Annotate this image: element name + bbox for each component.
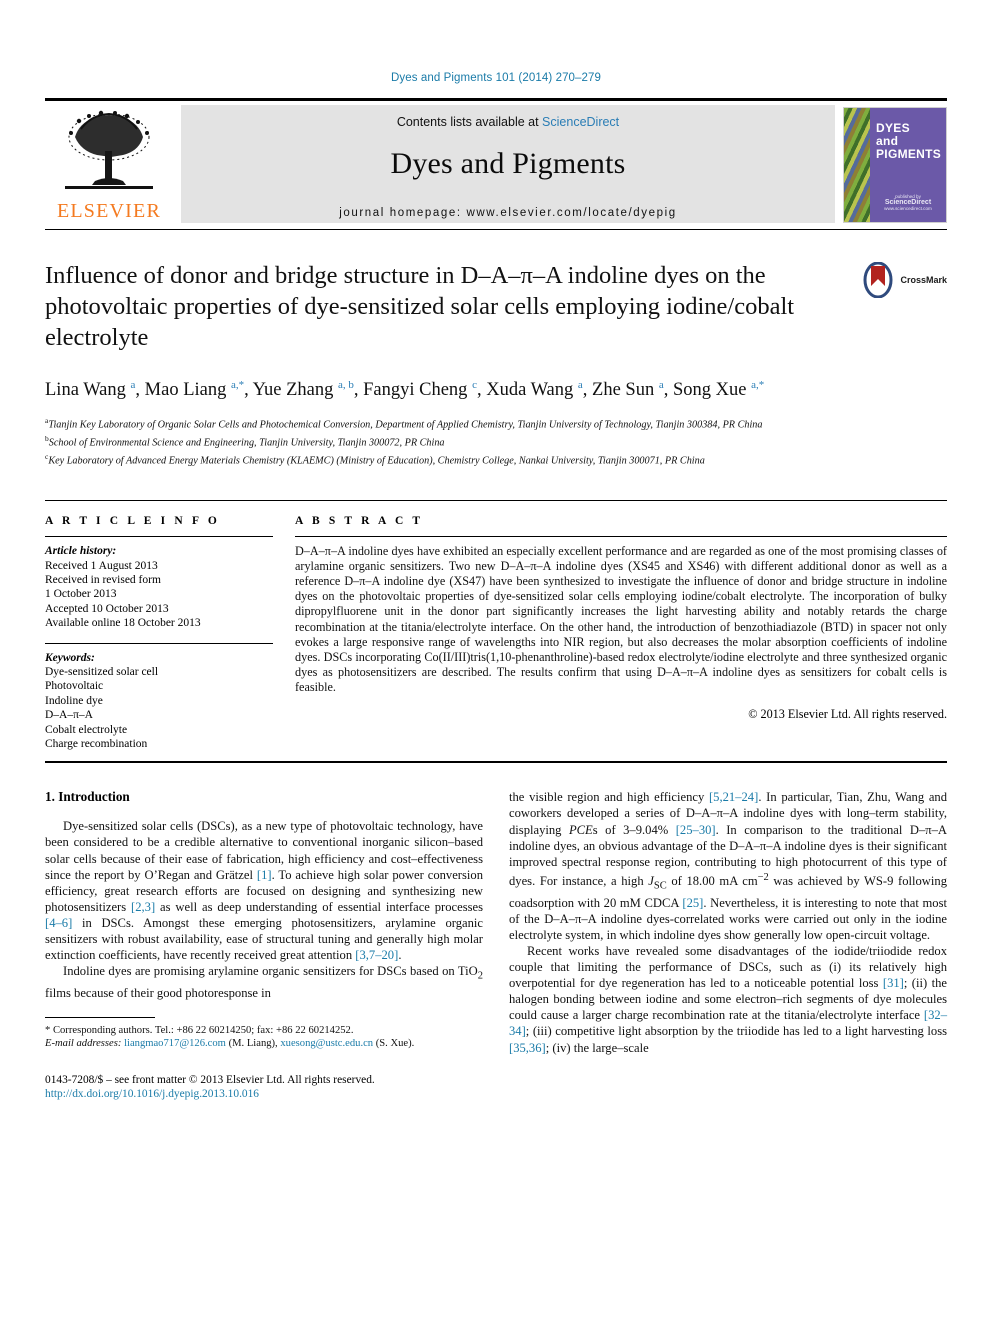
keywords-label: Keywords: <box>45 651 95 664</box>
abstract-rule <box>295 536 947 538</box>
cover-footer: published by ScienceDirect www.sciencedi… <box>878 194 938 212</box>
history-item: Accepted 10 October 2013 <box>45 602 169 615</box>
affiliation-text-a: Tianjin Key Laboratory of Organic Solar … <box>48 419 763 431</box>
article-history-group: Article history: Received 1 August 2013 … <box>45 544 273 630</box>
body-left-column: 1. Introduction Dye-sensitized solar cel… <box>45 789 483 1101</box>
email-owner-liang: (M. Liang), <box>228 1038 278 1050</box>
crossmark-badge[interactable]: CrossMark <box>860 262 947 298</box>
email-owner-xue: (S. Xue). <box>375 1038 415 1050</box>
sciencedirect-link[interactable]: ScienceDirect <box>542 115 619 129</box>
contents-prefix: Contents lists available at <box>396 115 543 129</box>
abstract-text: D–A–π–A indoline dyes have exhibited an … <box>295 544 947 694</box>
history-item: Received 1 August 2013 <box>45 559 158 572</box>
keyword-item: Dye-sensitized solar cell <box>45 665 159 678</box>
contents-available-line: Contents lists available at ScienceDirec… <box>397 115 619 129</box>
article-info-rule <box>45 536 273 538</box>
keyword-item: D–A–π–A <box>45 709 93 722</box>
body-paragraph: the visible region and high efficiency [… <box>509 790 947 942</box>
imprint-line: 0143-7208/$ – see front matter © 2013 El… <box>45 1073 375 1086</box>
body-paragraph: Dye-sensitized solar cells (DSCs), as a … <box>45 819 484 963</box>
cover-title-line3: PIGMENTS <box>876 147 942 161</box>
article-history-label: Article history: <box>45 545 117 558</box>
author-list: Lina Wang a, Mao Liang a,*, Yue Zhang a,… <box>45 379 765 401</box>
affiliation-c: cKey Laboratory of Advanced Energy Mater… <box>45 451 947 468</box>
affiliation-text-c: Key Laboratory of Advanced Energy Materi… <box>48 455 705 467</box>
email-note: E-mail addresses: liangmao717@126.com (M… <box>45 1037 483 1050</box>
cover-art-strip <box>844 108 870 222</box>
cover-footer-url: www.sciencedirect.com <box>884 206 932 211</box>
elsevier-logo: ELSEVIER <box>45 101 173 229</box>
affiliation-text-b: School of Environmental Science and Engi… <box>48 437 445 449</box>
elsevier-tree-icon <box>65 110 153 189</box>
abstract-heading: A B S T R A C T <box>295 515 424 528</box>
footnote-block: * Corresponding authors. Tel.: +86 22 60… <box>45 1024 483 1051</box>
footnote-rule <box>45 1016 155 1018</box>
crossmark-label: CrossMark <box>900 275 947 285</box>
body-columns: 1. Introduction Dye-sensitized solar cel… <box>45 789 947 1101</box>
title-block: Influence of donor and bridge structure … <box>45 260 947 353</box>
affiliation-a: aTianjin Key Laboratory of Organic Solar… <box>45 415 947 432</box>
email-link-xue[interactable]: xuesong@ustc.edu.cn <box>280 1038 373 1049</box>
section-heading-introduction: 1. Introduction <box>45 789 130 805</box>
body-right-column: the visible region and high efficiency [… <box>509 789 947 1101</box>
keyword-item: Charge recombination <box>45 737 148 750</box>
body-paragraph: Indoline dyes are promising arylamine or… <box>45 964 483 1000</box>
keyword-item: Cobalt electrolyte <box>45 723 128 736</box>
elsevier-wordmark: ELSEVIER <box>56 200 162 222</box>
keyword-item: Indoline dye <box>45 694 103 707</box>
email-label: E-mail addresses: <box>45 1038 122 1050</box>
affiliation-list: aTianjin Key Laboratory of Organic Solar… <box>45 415 947 468</box>
keyword-item: Photovoltaic <box>45 680 104 693</box>
info-abstract-region: A R T I C L E I N F O Article history: R… <box>45 500 947 751</box>
journal-cover-thumbnail[interactable]: DYES and PIGMENTS published by ScienceDi… <box>843 107 947 223</box>
history-item: 1 October 2013 <box>45 588 117 601</box>
journal-title: Dyes and Pigments <box>390 147 626 180</box>
affiliation-b: bSchool of Environmental Science and Eng… <box>45 433 947 450</box>
article-title: Influence of donor and bridge structure … <box>45 262 795 351</box>
journal-banner: Contents lists available at ScienceDirec… <box>181 105 835 223</box>
email-link-liang[interactable]: liangmao717@126.com <box>124 1038 226 1049</box>
corresponding-author-note: * Corresponding authors. Tel.: +86 22 60… <box>45 1024 354 1036</box>
abstract-copyright: © 2013 Elsevier Ltd. All rights reserved… <box>748 707 947 722</box>
article-info-column: A R T I C L E I N F O Article history: R… <box>45 515 273 751</box>
keywords-group: Keywords: Dye-sensitized solar cell Phot… <box>45 651 273 752</box>
imprint-block: 0143-7208/$ – see front matter © 2013 El… <box>45 1073 483 1102</box>
crossmark-icon <box>863 262 893 298</box>
history-item: Received in revised form <box>45 573 161 586</box>
body-paragraph: Recent works have revealed some disadvan… <box>509 943 947 1055</box>
article-info-heading: A R T I C L E I N F O <box>45 515 220 528</box>
running-head: Dyes and Pigments 101 (2014) 270–279 <box>390 72 602 84</box>
article-page: Dyes and Pigments 101 (2014) 270–279 ELS… <box>0 0 992 1323</box>
journal-masthead: ELSEVIER Contents lists available at Sci… <box>45 98 947 229</box>
journal-homepage[interactable]: journal homepage: www.elsevier.com/locat… <box>339 207 677 219</box>
cover-title: DYES and PIGMENTS <box>876 122 941 161</box>
abstract-bottom-rule <box>45 761 947 764</box>
history-item: Available online 18 October 2013 <box>45 617 201 630</box>
doi-link[interactable]: http://dx.doi.org/10.1016/j.dyepig.2013.… <box>45 1088 259 1100</box>
masthead-bottom-rule <box>45 229 947 230</box>
keywords-rule <box>45 642 273 644</box>
abstract-column: A B S T R A C T D–A–π–A indoline dyes ha… <box>295 515 947 751</box>
